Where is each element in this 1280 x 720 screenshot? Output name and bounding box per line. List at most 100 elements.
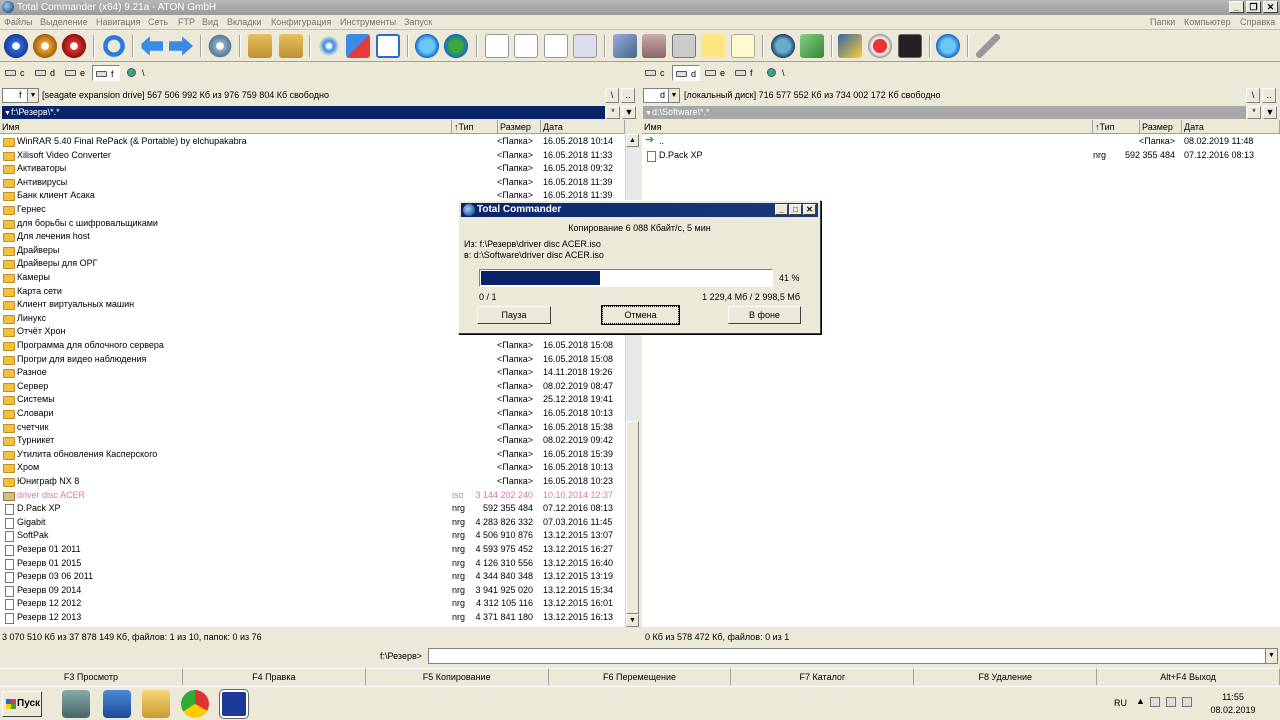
sticky-icon[interactable] xyxy=(701,34,725,58)
chrome-icon[interactable] xyxy=(181,690,209,718)
left-col-type[interactable]: ↑Тип xyxy=(452,120,498,134)
globe2-icon[interactable] xyxy=(936,34,960,58)
language-indicator[interactable]: RU xyxy=(1114,698,1127,708)
calculator-icon[interactable] xyxy=(672,34,696,58)
menu-tools[interactable]: Инструменты xyxy=(340,15,396,30)
left-history-button[interactable]: * xyxy=(606,106,620,119)
terminal-icon[interactable] xyxy=(898,34,922,58)
brush-icon[interactable] xyxy=(976,34,1000,58)
file-row[interactable]: Хром <Папка> 16.05.2018 10:13 xyxy=(0,461,625,475)
left-root-button[interactable]: \ xyxy=(605,88,619,103)
left-drive-e[interactable]: e xyxy=(62,65,90,81)
minimize-button[interactable]: _ xyxy=(1229,1,1244,13)
file-row[interactable]: Прогри для видео наблюдения <Папка> 16.05.… xyxy=(0,353,625,367)
f6-move-button[interactable]: F6 Перемещение xyxy=(548,668,732,685)
file-row[interactable]: Активаторы <Папка> 16.05.2018 09:32 xyxy=(0,162,625,176)
file-row[interactable]: Резерв 09 2014 nrg 3 941 925 020 13.12.2015… xyxy=(0,584,625,598)
checklist-icon[interactable] xyxy=(376,34,400,58)
file-row[interactable]: Gigabit nrg 4 283 826 332 07.03.2016 11:45 xyxy=(0,516,625,530)
total-commander-icon[interactable] xyxy=(219,689,249,719)
tools-icon[interactable] xyxy=(642,34,666,58)
view-icon[interactable] xyxy=(514,34,538,58)
cmdline-dropdown-icon[interactable]: ▼ xyxy=(1265,649,1277,663)
globe-icon[interactable] xyxy=(444,34,468,58)
right-col-size[interactable]: Размер xyxy=(1140,120,1182,134)
start-button[interactable]: Пуск xyxy=(2,691,42,717)
file-row[interactable]: SoftPak nrg 4 506 910 876 13.12.2015 13:07 xyxy=(0,529,625,543)
menu-start[interactable]: Запуск xyxy=(404,15,432,30)
cancel-button[interactable]: Отмена xyxy=(601,305,680,325)
right-up-button[interactable]: .. xyxy=(1262,88,1276,103)
right-drive-c[interactable]: c xyxy=(642,65,670,81)
right-drive-combo[interactable]: d ▼ xyxy=(643,88,680,103)
dialog-minimize-button[interactable]: _ xyxy=(775,204,788,215)
right-col-name[interactable]: Имя xyxy=(642,120,1093,134)
restore-button[interactable]: ❐ xyxy=(1246,1,1261,13)
file-row[interactable]: Словари <Папка> 16.05.2018 10:13 xyxy=(0,407,625,421)
menu-selection[interactable]: Выделение xyxy=(40,15,88,30)
file-row[interactable]: Разное <Папка> 14.11.2018 19:26 xyxy=(0,366,625,380)
file-row[interactable]: Xilisoft Video Converter <Папка> 16.05.201… xyxy=(0,149,625,163)
refresh-icon[interactable] xyxy=(102,34,126,58)
menu-files[interactable]: Файлы xyxy=(4,15,33,30)
notepad-icon[interactable] xyxy=(731,34,755,58)
pack-icon[interactable] xyxy=(248,34,272,58)
left-up-button[interactable]: .. xyxy=(621,88,635,103)
left-drive-combo[interactable]: f ▼ xyxy=(2,88,39,103)
file-row[interactable]: счетчик <Папка> 16.05.2018 15:38 xyxy=(0,421,625,435)
file-row[interactable]: Системы <Папка> 25.12.2018 19:41 xyxy=(0,393,625,407)
left-col-date[interactable]: Дата xyxy=(541,120,625,134)
menu-folders[interactable]: Папки xyxy=(1150,15,1175,30)
file-row[interactable]: Турникет <Папка> 08.02.2019 09:42 xyxy=(0,434,625,448)
drive-icon[interactable] xyxy=(800,34,824,58)
f5-copy-button[interactable]: F5 Копирование xyxy=(365,668,549,685)
menu-config[interactable]: Конфигурация xyxy=(271,15,331,30)
right-col-date[interactable]: Дата xyxy=(1182,120,1280,134)
list-icon[interactable] xyxy=(573,34,597,58)
sparkle-icon[interactable] xyxy=(317,34,341,58)
sort-az-icon[interactable] xyxy=(346,34,370,58)
right-drive-f[interactable]: f xyxy=(732,65,760,81)
menu-ftp[interactable]: FTP xyxy=(178,15,195,30)
forward-arrow-icon[interactable] xyxy=(169,36,193,56)
left-col-size[interactable]: Размер xyxy=(498,120,541,134)
tray-expand-icon[interactable]: ▲ xyxy=(1136,696,1145,706)
dialog-maximize-button[interactable]: □ xyxy=(789,204,802,215)
right-col-type[interactable]: ↑Тип xyxy=(1093,120,1140,134)
file-row[interactable]: ➔.. <Папка> 08.02.2019 11:48 xyxy=(642,135,1280,149)
browser-icon[interactable] xyxy=(415,34,439,58)
left-drive-d[interactable]: d xyxy=(32,65,60,81)
edit-icon[interactable] xyxy=(544,34,568,58)
network-icon[interactable] xyxy=(771,34,795,58)
file-row[interactable]: D.Pack XP nrg 592 355 484 07.12.2016 08:13 xyxy=(642,149,1280,163)
menu-computer[interactable]: Компьютер xyxy=(1184,15,1231,30)
file-row[interactable]: Программа для облочного сервера <Папка> 16… xyxy=(0,339,625,353)
file-row[interactable]: WinRAR 5.40 Final RePack (& Portable) by… xyxy=(0,135,625,149)
cmdline-input[interactable]: ▼ xyxy=(428,648,1278,664)
right-hotlist-button[interactable]: ▼ xyxy=(1263,106,1277,119)
left-path-bar[interactable]: ▼f:\Резерв\*.* xyxy=(2,106,605,119)
file-row[interactable]: Резерв 01 2015 nrg 4 126 310 556 13.12.2015… xyxy=(0,557,625,571)
right-history-button[interactable]: * xyxy=(1247,106,1261,119)
eraser-icon[interactable] xyxy=(613,34,637,58)
alt-f4-exit-button[interactable]: Alt+F4 Выход xyxy=(1097,668,1280,685)
menu-network[interactable]: Сеть xyxy=(148,15,168,30)
file-row[interactable]: D.Pack XP nrg 592 355 484 07.12.2016 08:13 xyxy=(0,502,625,516)
left-hotlist-button[interactable]: ▼ xyxy=(622,106,636,119)
f3-view-button[interactable]: F3 Просмотр xyxy=(0,668,183,685)
file-row[interactable]: Резерв 12 2013 nrg 4 371 841 180 13.12.2015… xyxy=(0,611,625,625)
left-col-name[interactable]: Имя xyxy=(0,120,452,134)
file-row[interactable]: Утилита обновления Касперского <Папка> 16.… xyxy=(0,448,625,462)
menu-help[interactable]: Справка xyxy=(1240,15,1275,30)
left-drive-f[interactable]: f xyxy=(92,65,120,81)
menu-view[interactable]: Вид xyxy=(202,15,218,30)
file-row[interactable]: Резерв 03 06 2011 nrg 4 344 840 348 13.12.2… xyxy=(0,570,625,584)
file-row[interactable]: Резерв 12 2012 nrg 4 312 105 116 13.12.2015… xyxy=(0,597,625,611)
gear-orange-icon[interactable] xyxy=(33,34,57,58)
menu-navigation[interactable]: Навигация xyxy=(96,15,140,30)
left-drive-network[interactable]: \ xyxy=(124,65,148,81)
volume-tray-icon[interactable] xyxy=(1182,697,1192,707)
f4-edit-button[interactable]: F4 Правка xyxy=(182,668,366,685)
flag-tray-icon[interactable] xyxy=(1150,697,1160,707)
unpack-icon[interactable] xyxy=(279,34,303,58)
